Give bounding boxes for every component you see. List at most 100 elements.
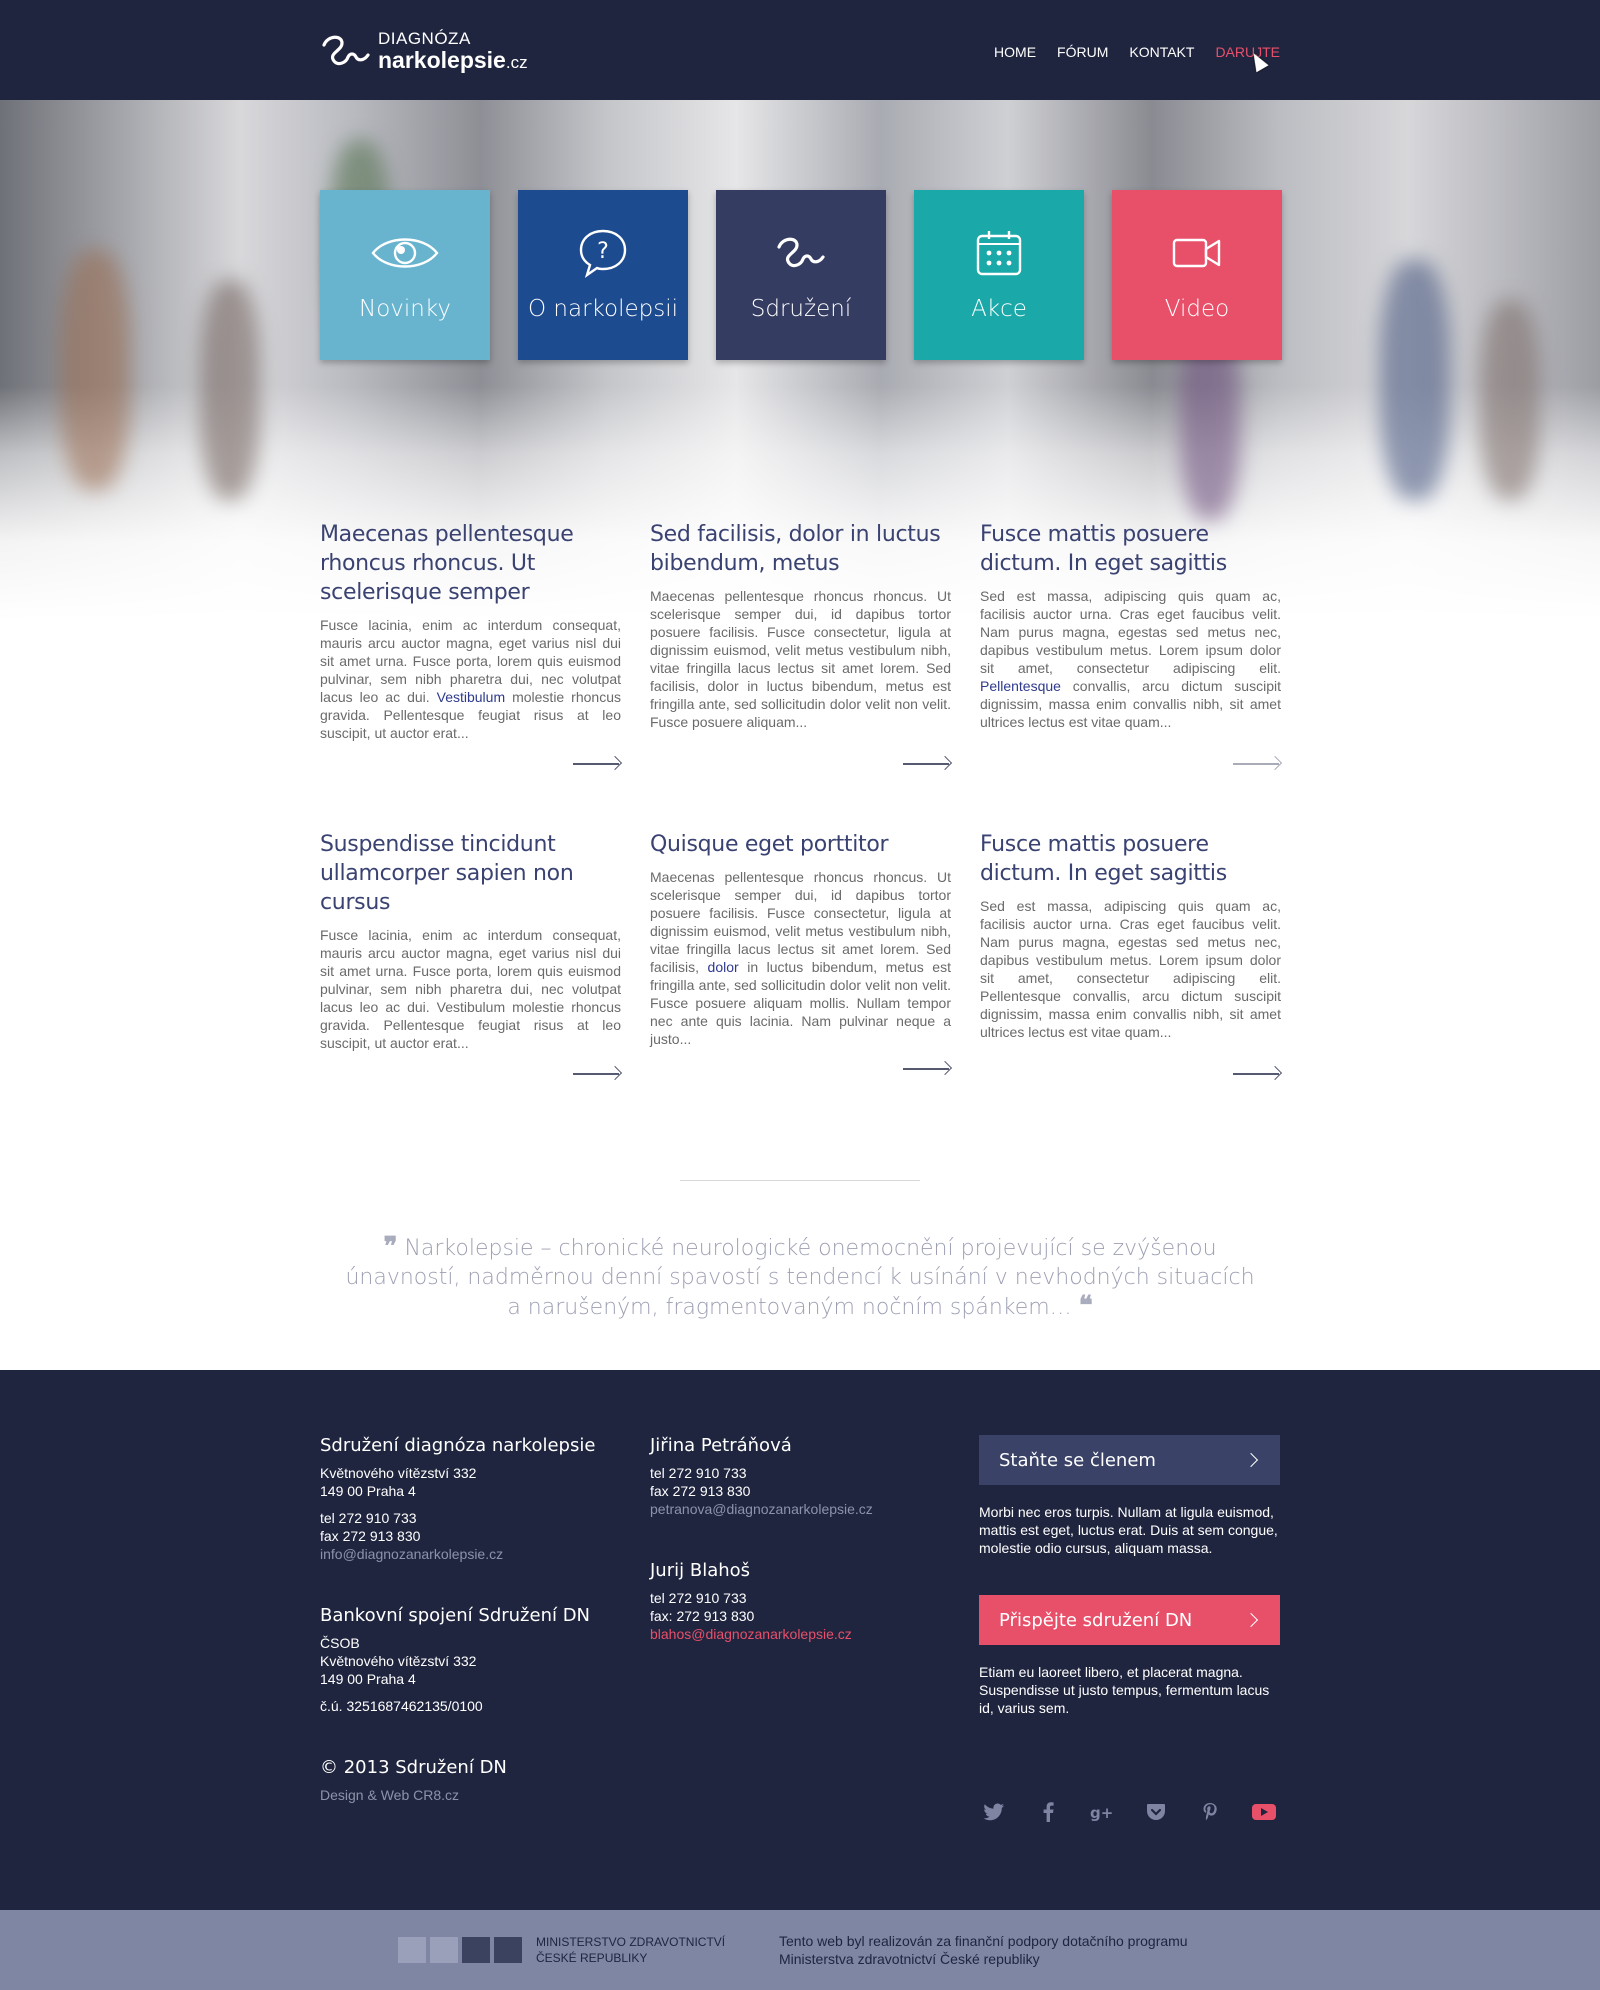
footer-bank-name: ČSOB xyxy=(320,1635,360,1651)
logo-main-text: narkolepsie xyxy=(378,47,506,73)
contact-fax: fax: 272 913 830 xyxy=(650,1608,755,1624)
article-grid: Maecenas pellentesque rhoncus rhoncus. U… xyxy=(320,520,1281,1140)
article-title[interactable]: Sed facilisis, dolor in luctus bibendum,… xyxy=(650,520,951,578)
contact-email[interactable]: blahos@diagnozanarkolepsie.cz xyxy=(650,1625,951,1643)
footer-org-fax: fax 272 913 830 xyxy=(320,1528,421,1544)
footer-cta-column: Staňte se členem Morbi nec eros turpis. … xyxy=(979,1435,1280,1827)
google-plus-icon[interactable]: g+ xyxy=(1087,1797,1117,1827)
article-inline-link[interactable]: Vestibulum xyxy=(437,689,505,705)
facebook-icon[interactable] xyxy=(1033,1797,1063,1827)
chevron-right-icon xyxy=(1243,1452,1259,1468)
section-divider xyxy=(680,1180,920,1181)
footer-bank-title: Bankovní spojení Sdružení DN xyxy=(320,1605,591,1626)
nav-contact[interactable]: KONTAKT xyxy=(1129,44,1194,60)
footer-org-email[interactable]: info@diagnozanarkolepsie.cz xyxy=(320,1545,621,1563)
pocket-icon[interactable] xyxy=(1141,1797,1171,1827)
article-title[interactable]: Maecenas pellentesque rhoncus rhoncus. U… xyxy=(320,520,621,607)
tile-o-narkolepsii[interactable]: ? O narkolepsii xyxy=(518,190,688,360)
article-title[interactable]: Fusce mattis posuere dictum. In eget sag… xyxy=(980,830,1281,888)
donate-button[interactable]: Přispějte sdružení DN xyxy=(979,1595,1280,1645)
footer-credit[interactable]: Design & Web CR8.cz xyxy=(320,1786,621,1804)
ministry-name-line1: MINISTERSTVO ZDRAVOTNICTVÍ xyxy=(536,1935,726,1949)
video-camera-icon xyxy=(1172,238,1221,268)
category-tiles: Novinky ? O narkolepsii Sdružení Akce Vi… xyxy=(320,190,1282,360)
footer-contacts-column: Jiřina Petráňová tel 272 910 733 fax 272… xyxy=(650,1435,951,1643)
site-logo[interactable]: DIAGNÓZA narkolepsie.cz xyxy=(320,30,528,72)
donate-label: Přispějte sdružení DN xyxy=(999,1609,1193,1631)
nav-forum[interactable]: FÓRUM xyxy=(1057,44,1108,60)
tile-video[interactable]: Video xyxy=(1112,190,1282,360)
article-title[interactable]: Fusce mattis posuere dictum. In eget sag… xyxy=(980,520,1281,578)
question-bubble-icon: ? xyxy=(579,229,627,278)
tile-akce[interactable]: Akce xyxy=(914,190,1084,360)
article-excerpt: Maecenas pellentesque rhoncus rhoncus. U… xyxy=(650,868,951,1048)
contact-tel: tel 272 910 733 xyxy=(650,1590,747,1606)
read-more-arrow-icon[interactable] xyxy=(573,1065,621,1083)
footer-org-city: 149 00 Praha 4 xyxy=(320,1483,416,1499)
read-more-arrow-icon[interactable] xyxy=(1233,1065,1281,1083)
svg-text:g+: g+ xyxy=(1090,1804,1113,1821)
contact-tel: tel 272 910 733 xyxy=(650,1465,747,1481)
footer-bank-city: 149 00 Praha 4 xyxy=(320,1671,416,1687)
article-title[interactable]: Quisque eget porttitor xyxy=(650,830,951,859)
hero-blurred-person xyxy=(1380,260,1450,500)
tile-label: O narkolepsii xyxy=(527,296,679,322)
site-footer: Sdružení diagnóza narkolepsie Květnového… xyxy=(0,1370,1600,1910)
funding-note: Tento web byl realizován za finanční pod… xyxy=(779,1932,1188,1968)
social-links: g+ xyxy=(979,1797,1280,1827)
footer-org-tel: tel 272 910 733 xyxy=(320,1510,417,1526)
ministry-logo[interactable]: MINISTERSTVO ZDRAVOTNICTVÍ ČESKÉ REPUBLI… xyxy=(398,1934,725,1966)
article-card: Quisque eget porttitor Maecenas pellente… xyxy=(650,830,951,1140)
article-excerpt: Sed est massa, adipiscing quis quam ac, … xyxy=(980,898,1281,1040)
tile-label: Sdružení xyxy=(750,296,852,322)
article-inline-link[interactable]: Pellentesque xyxy=(980,678,1061,694)
tile-sdruzeni[interactable]: Sdružení xyxy=(716,190,886,360)
definition-quote: ❞ Narkolepsie – chronické neurologické o… xyxy=(340,1233,1260,1322)
logo-mark-icon xyxy=(322,35,370,66)
logo-tld-text: .cz xyxy=(505,53,528,72)
tile-label: Video xyxy=(1164,296,1230,322)
svg-text:?: ? xyxy=(597,239,609,264)
eye-icon xyxy=(371,238,439,268)
become-member-button[interactable]: Staňte se členem xyxy=(979,1435,1280,1485)
tile-novinky[interactable]: Novinky xyxy=(320,190,490,360)
article-card: Fusce mattis posuere dictum. In eget sag… xyxy=(980,520,1281,830)
quote-close-icon: ❝ xyxy=(1078,1291,1093,1321)
member-description: Morbi nec eros turpis. Nullam at ligula … xyxy=(979,1504,1278,1556)
read-more-arrow-icon[interactable] xyxy=(573,755,621,773)
calendar-icon xyxy=(976,231,1022,276)
footer-org-title: Sdružení diagnóza narkolepsie xyxy=(320,1435,596,1456)
contact-email[interactable]: petranova@diagnozanarkolepsie.cz xyxy=(650,1500,951,1518)
logo-top-text: DIAGNÓZA xyxy=(378,29,471,48)
hero-blurred-person xyxy=(1480,300,1540,500)
article-card: Sed facilisis, dolor in luctus bibendum,… xyxy=(650,520,951,830)
site-header: DIAGNÓZA narkolepsie.cz HOME FÓRUM KONTA… xyxy=(0,0,1600,100)
twitter-icon[interactable] xyxy=(979,1797,1009,1827)
article-card: Maecenas pellentesque rhoncus rhoncus. U… xyxy=(320,520,621,830)
article-excerpt: Fusce lacinia, enim ac interdum consequa… xyxy=(320,927,621,1051)
article-excerpt: Fusce lacinia, enim ac interdum consequa… xyxy=(320,616,621,742)
become-member-label: Staňte se členem xyxy=(999,1449,1156,1471)
article-title[interactable]: Suspendisse tincidunt ullamcorper sapien… xyxy=(320,830,621,917)
read-more-arrow-icon[interactable] xyxy=(903,755,951,773)
tile-label: Novinky xyxy=(359,296,451,322)
article-excerpt: Sed est massa, adipiscing quis quam ac, … xyxy=(980,587,1281,731)
article-excerpt: Maecenas pellentesque rhoncus rhoncus. U… xyxy=(650,588,951,730)
contact-name: Jiřina Petráňová xyxy=(650,1435,792,1456)
hero-blurred-person xyxy=(200,280,260,500)
read-more-arrow-icon[interactable] xyxy=(903,1060,951,1078)
nav-home[interactable]: HOME xyxy=(994,44,1036,60)
funding-note-line2: Ministerstva zdravotnictví České republi… xyxy=(779,1951,1040,1967)
contact-fax: fax 272 913 830 xyxy=(650,1483,751,1499)
funding-note-line1: Tento web byl realizován za finanční pod… xyxy=(779,1933,1188,1949)
youtube-icon[interactable] xyxy=(1249,1797,1279,1827)
footer-copyright: © 2013 Sdružení DN xyxy=(320,1757,507,1778)
quote-open-icon: ❞ xyxy=(383,1232,398,1262)
footer-bank-account: č.ú. 3251687462135/0100 xyxy=(320,1698,483,1714)
footer-org-street: Květnového vítězství 332 xyxy=(320,1465,477,1481)
ministry-name-line2: ČESKÉ REPUBLIKY xyxy=(536,1951,648,1965)
pinterest-icon[interactable] xyxy=(1195,1797,1225,1827)
hero-blurred-person xyxy=(60,250,130,490)
article-inline-link[interactable]: dolor xyxy=(708,959,739,975)
read-more-arrow-icon[interactable] xyxy=(1233,755,1281,773)
